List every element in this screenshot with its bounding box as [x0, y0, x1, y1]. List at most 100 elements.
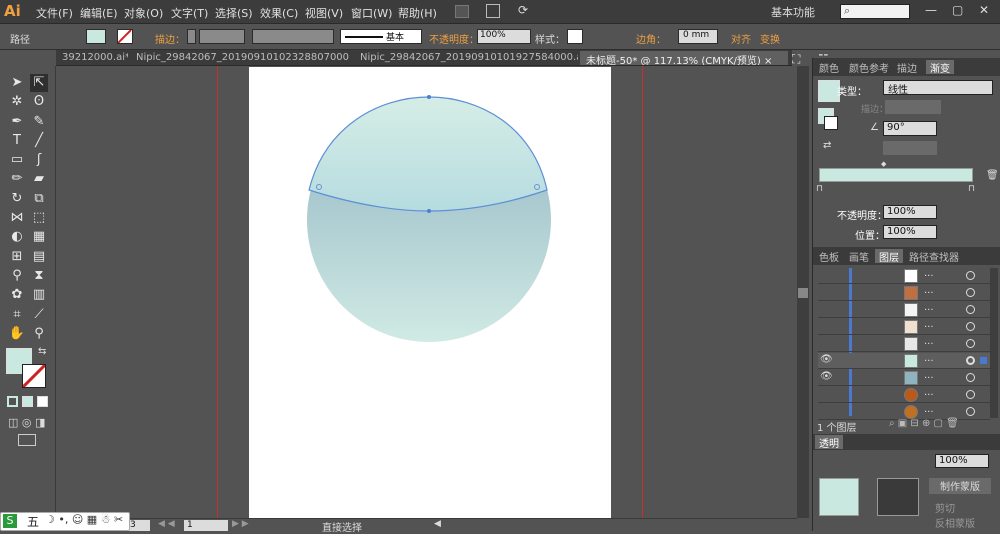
canvas-area[interactable]: [57, 66, 792, 518]
menu-select[interactable]: 选择(S): [215, 5, 253, 21]
column-graph-icon[interactable]: ▥: [30, 286, 48, 304]
none-mode-icon[interactable]: [37, 396, 48, 407]
layers-scrollbar[interactable]: [990, 268, 998, 418]
tab-doc-1[interactable]: 39212000.ai* ×: [56, 51, 128, 65]
zoom-input[interactable]: 3: [128, 520, 150, 531]
tab-doc-3[interactable]: Nipic_29842067_20190910101927584000.ai* …: [354, 51, 578, 65]
workspace-switcher[interactable]: 基本功能: [771, 4, 815, 20]
menu-object[interactable]: 对象(O): [124, 5, 163, 21]
gradient-mode-icon[interactable]: [22, 396, 33, 407]
layer-row[interactable]: 👁...: [818, 370, 990, 386]
selected-top-path[interactable]: [308, 96, 548, 212]
tab-swatches[interactable]: 色板: [815, 249, 843, 264]
blend-tool-icon[interactable]: ⧗: [30, 267, 48, 285]
eyedropper-icon[interactable]: ⚲: [8, 267, 26, 285]
line-tool-icon[interactable]: ╱: [30, 132, 48, 150]
current-tool-status[interactable]: 直接选择: [322, 519, 362, 534]
gradient-stop-right-icon[interactable]: ⊓: [968, 184, 975, 194]
target-icon[interactable]: [966, 390, 975, 399]
target-icon[interactable]: [966, 288, 975, 297]
align-link[interactable]: 对齐: [731, 31, 751, 46]
layer-row[interactable]: ...: [818, 387, 990, 403]
transparency-opacity-input[interactable]: 100%: [935, 454, 989, 468]
fill-swatch[interactable]: [86, 29, 106, 44]
tab-pathfinder[interactable]: 路径查找器: [905, 249, 963, 264]
delete-stop-icon[interactable]: 🗑: [986, 170, 999, 181]
menu-window[interactable]: 窗口(W): [351, 5, 392, 21]
target-icon[interactable]: [966, 322, 975, 331]
magic-wand-icon[interactable]: ✲: [8, 93, 26, 111]
tab-doc-active[interactable]: 未标题-50* @ 117.13% (CMYK/预览) ×: [580, 51, 788, 65]
gradient-tool-icon[interactable]: ▤: [30, 248, 48, 266]
stroke-color-box[interactable]: [21, 363, 47, 389]
rotate-tool-icon[interactable]: ↻: [8, 190, 26, 208]
pencil-icon[interactable]: ✏: [8, 170, 26, 188]
tab-stroke[interactable]: 描边: [893, 60, 921, 75]
target-icon[interactable]: [966, 407, 975, 416]
target-icon[interactable]: [966, 271, 975, 280]
reverse-gradient-icon[interactable]: ⇄: [823, 140, 831, 151]
make-mask-button[interactable]: 制作蒙版: [929, 478, 991, 494]
eraser-icon[interactable]: ▰: [30, 170, 48, 188]
tab-color-guide[interactable]: 颜色参考: [845, 60, 893, 75]
opacity-input[interactable]: 100%: [477, 29, 531, 44]
draw-mode-icon[interactable]: ◫ ◎ ◨: [8, 416, 45, 429]
scale-tool-icon[interactable]: ⧉: [30, 190, 48, 208]
rectangle-tool-icon[interactable]: ▭: [8, 151, 26, 169]
maximize-button[interactable]: ▢: [952, 3, 963, 17]
menu-type[interactable]: 文字(T): [171, 5, 208, 21]
isolate-icon[interactable]: ⛶: [792, 52, 800, 67]
type-tool-icon[interactable]: T: [8, 132, 26, 150]
clip-checkbox[interactable]: 剪切: [935, 500, 955, 515]
menu-view[interactable]: 视图(V): [305, 5, 343, 21]
shape-builder-icon[interactable]: ◐: [8, 228, 26, 246]
bridge-icon[interactable]: [455, 5, 469, 18]
lasso-icon[interactable]: ʘ: [30, 93, 48, 111]
selection-indicator[interactable]: [980, 357, 987, 364]
layer-row-selected[interactable]: 👁...: [818, 353, 990, 369]
stroke-weight-stepper[interactable]: [187, 29, 196, 44]
paintbrush-icon[interactable]: ʃ: [30, 151, 48, 169]
artboard-nav-prev-icon[interactable]: ◀ ◀: [158, 519, 175, 529]
ime-toolbar[interactable]: S 五 ☽ •, ☺ ▦ ☃ ✂: [0, 512, 130, 531]
mesh-tool-icon[interactable]: ⊞: [8, 248, 26, 266]
tab-layers[interactable]: 图层: [875, 249, 903, 264]
hand-tool-icon[interactable]: ✋: [8, 325, 26, 343]
selection-tool-icon[interactable]: ➤: [8, 74, 26, 92]
scroll-thumb[interactable]: [798, 288, 808, 298]
close-button[interactable]: ✕: [979, 3, 989, 17]
free-transform-icon[interactable]: ⬚: [30, 209, 48, 227]
stop-opacity-input[interactable]: 100%: [883, 205, 937, 219]
slice-tool-icon[interactable]: ⟋: [30, 306, 48, 324]
variable-width-profile[interactable]: [252, 29, 334, 44]
midpoint-diamond-icon[interactable]: ◆: [881, 160, 886, 168]
status-arrow-icon[interactable]: ◀: [434, 519, 441, 529]
stop-location-input[interactable]: 100%: [883, 225, 937, 239]
tab-transparency[interactable]: 透明: [815, 435, 843, 450]
color-mode-icon[interactable]: [7, 396, 18, 407]
invert-mask-checkbox[interactable]: 反相蒙版: [935, 515, 975, 530]
screen-mode-icon[interactable]: [18, 434, 36, 446]
symbol-sprayer-icon[interactable]: ✿: [8, 286, 26, 304]
artboard-tool-icon[interactable]: ⌗: [8, 306, 26, 324]
stroke-swatch[interactable]: [117, 29, 133, 44]
menu-edit[interactable]: 编辑(E): [80, 5, 118, 21]
tab-color[interactable]: 颜色: [815, 60, 843, 75]
eye-icon[interactable]: 👁: [820, 354, 833, 365]
anchor-point[interactable]: [427, 95, 431, 99]
width-tool-icon[interactable]: ⋈: [8, 209, 26, 227]
stroke-indicator[interactable]: [824, 116, 838, 130]
corner-label[interactable]: 边角：: [636, 31, 666, 46]
gradient-stop-left-icon[interactable]: ⊓: [816, 184, 823, 194]
perspective-grid-icon[interactable]: ▦: [30, 228, 48, 246]
stroke-weight-input[interactable]: [199, 29, 245, 44]
menu-file[interactable]: 文件(F): [36, 5, 73, 21]
zoom-tool-icon[interactable]: ⚲: [30, 325, 48, 343]
layer-row[interactable]: ...: [818, 319, 990, 335]
transform-link[interactable]: 变换: [760, 31, 780, 46]
menu-effect[interactable]: 效果(C): [260, 5, 298, 21]
layers-footer-icons[interactable]: ⌕ ▣ ⊟ ⊕ ▢ 🗑: [889, 418, 959, 429]
corner-input[interactable]: 0 mm: [678, 29, 718, 44]
layer-row[interactable]: ...: [818, 268, 990, 284]
curvature-tool-icon[interactable]: ✎: [30, 113, 48, 131]
